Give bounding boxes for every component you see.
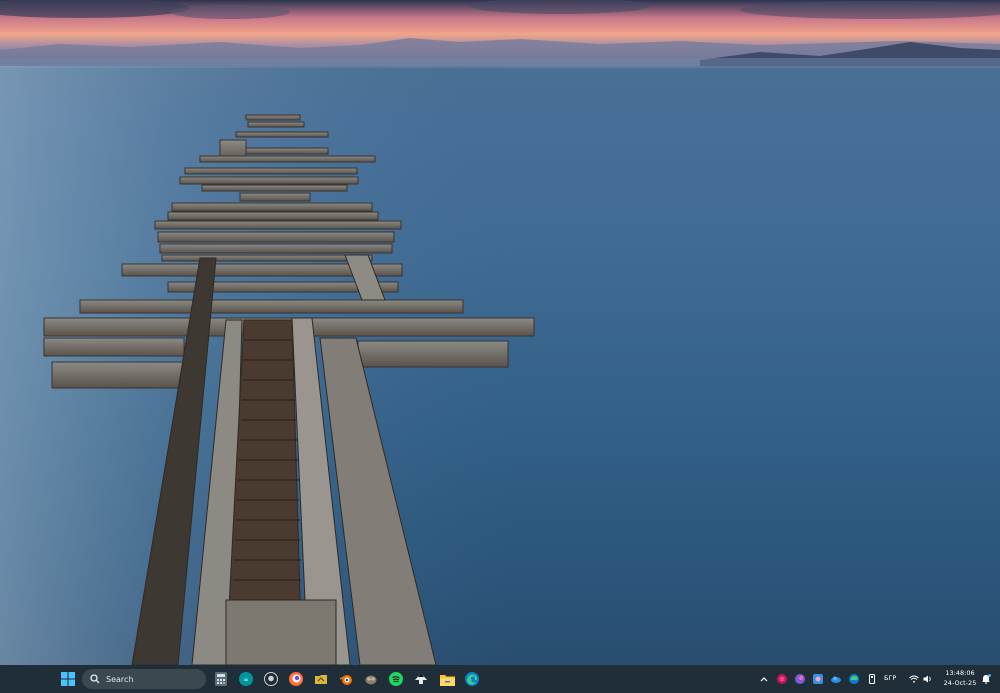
edge-icon — [465, 672, 479, 686]
file-explorer-button[interactable] — [436, 668, 458, 690]
svg-text:∞: ∞ — [244, 677, 249, 684]
edge-tray-icon — [849, 674, 859, 684]
edge-button[interactable] — [461, 668, 483, 690]
inkscape-icon — [415, 673, 427, 684]
folder-app-icon — [315, 675, 327, 684]
arduino-button[interactable]: ∞ — [235, 668, 257, 690]
search-icon — [90, 674, 100, 684]
search-label: Search — [106, 674, 134, 684]
firefox-button[interactable] — [285, 668, 307, 690]
network-button[interactable] — [908, 673, 920, 685]
arduino-icon: ∞ — [239, 672, 253, 686]
file-explorer-icon — [439, 674, 455, 686]
copilot-icon — [795, 674, 805, 684]
tray-app-5[interactable] — [848, 673, 860, 685]
start-button[interactable] — [57, 668, 79, 690]
clock-time: 13:48:06 — [945, 669, 975, 677]
tray-app-4[interactable] — [830, 673, 842, 685]
tray-app-1[interactable] — [776, 673, 788, 685]
wifi-icon — [909, 675, 919, 683]
spotify-icon — [389, 672, 403, 686]
desktop-wallpaper — [0, 0, 1000, 665]
speaker-icon — [923, 675, 931, 683]
spotify-button[interactable] — [385, 668, 407, 690]
bell-icon — [982, 674, 991, 684]
show-hidden-icons-button[interactable] — [758, 673, 770, 685]
calculator-icon — [215, 672, 227, 686]
tray-app-3[interactable] — [812, 673, 824, 685]
gimp-icon — [365, 675, 377, 685]
inkscape-button[interactable] — [410, 668, 432, 690]
photos-icon — [813, 674, 823, 684]
colorful-app-icon — [777, 674, 787, 684]
taskbar: Search ∞ БГР 13:48:06 24-Oct-25 — [0, 665, 1000, 693]
calculator-button[interactable] — [210, 668, 232, 690]
folder-app-button[interactable] — [310, 668, 332, 690]
blender-button[interactable] — [335, 668, 357, 690]
clock-date: 24-Oct-25 — [943, 679, 977, 687]
start-icon — [61, 672, 75, 686]
volume-button[interactable] — [922, 673, 934, 685]
github-icon — [264, 672, 278, 686]
github-button[interactable] — [260, 668, 282, 690]
chevron-up-icon — [760, 677, 768, 682]
tray-device[interactable] — [866, 673, 878, 685]
onedrive-icon — [831, 676, 841, 683]
tray-app-2[interactable] — [794, 673, 806, 685]
clock[interactable]: 13:48:06 24-Oct-25 — [940, 668, 980, 688]
usb-device-icon — [869, 674, 875, 684]
language-indicator[interactable]: БГР — [884, 674, 896, 682]
search-box[interactable]: Search — [82, 669, 206, 689]
blender-icon — [339, 675, 352, 685]
firefox-icon — [289, 672, 303, 686]
gimp-button[interactable] — [360, 668, 382, 690]
notifications-button[interactable] — [980, 673, 992, 685]
